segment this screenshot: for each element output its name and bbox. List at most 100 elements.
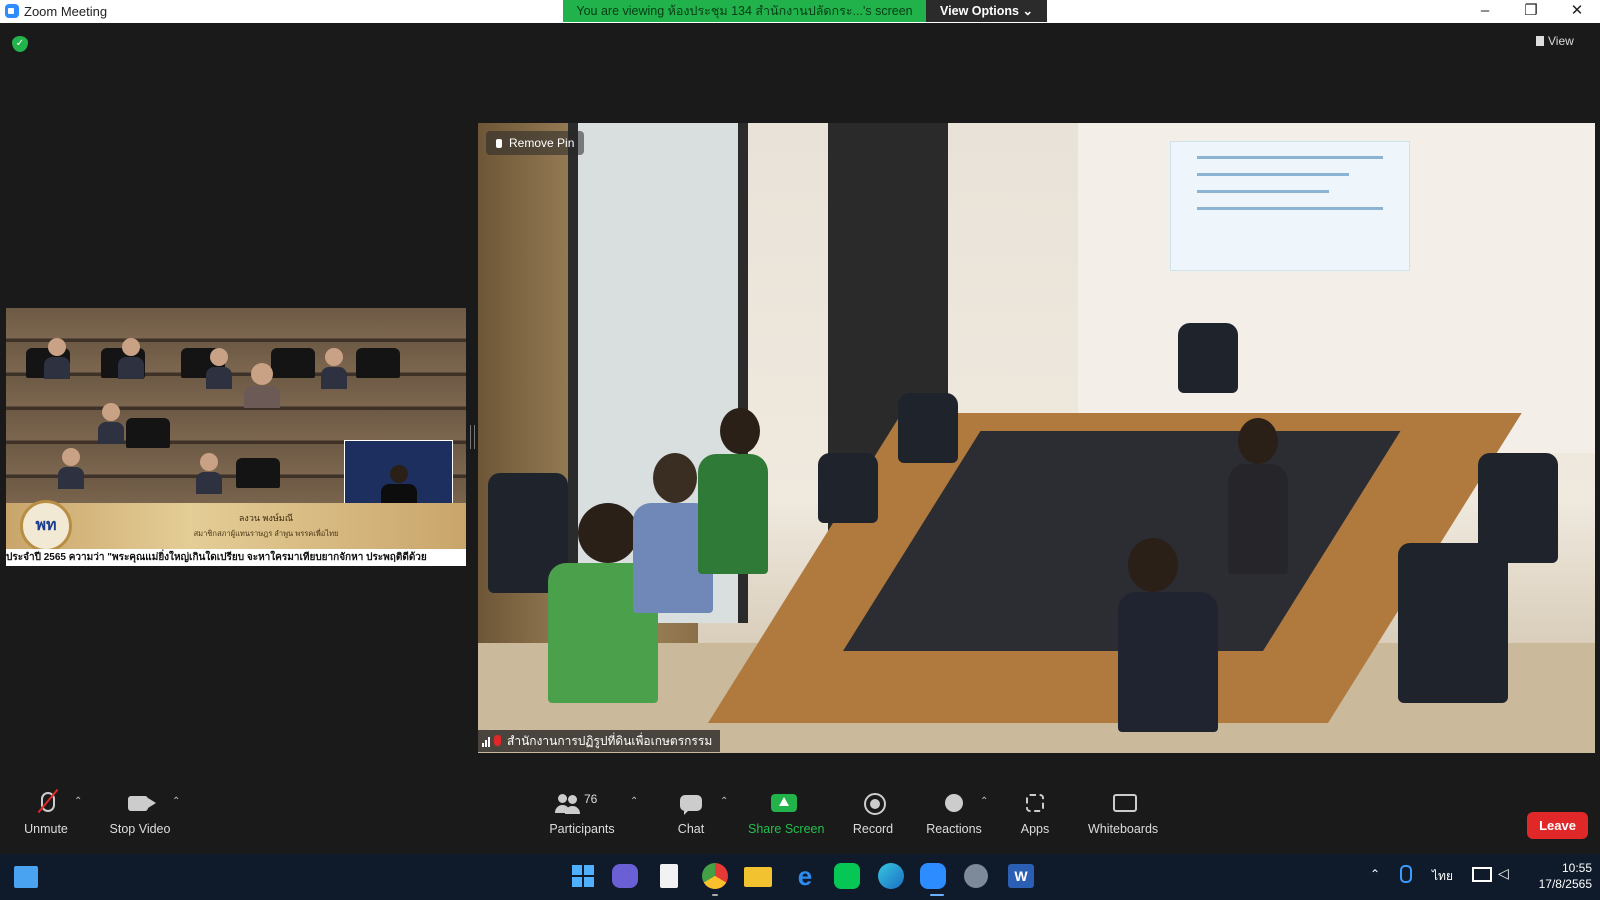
chat-bubble-icon	[680, 795, 702, 815]
viewing-share-banner: You are viewing ห้องประชุม 134 สำนักงานป…	[563, 0, 926, 22]
whiteboards-label: Whiteboards	[1088, 822, 1159, 836]
apps-icon	[1026, 794, 1044, 812]
chair	[818, 453, 878, 523]
system-clock[interactable]: 10:55 17/8/2565	[1522, 860, 1592, 892]
edge-icon[interactable]	[878, 863, 904, 889]
zoom-running-indicator	[930, 894, 944, 896]
microphone-tray-icon[interactable]	[1400, 865, 1412, 883]
internet-explorer-icon[interactable]: e	[790, 861, 820, 891]
volume-icon[interactable]: ◁	[1498, 865, 1509, 882]
participant-name: สำนักงานการปฏิรูปที่ดินเพื่อเกษตรกรรม	[507, 734, 713, 748]
chair	[1178, 323, 1238, 393]
record-button[interactable]: Record	[848, 790, 898, 836]
video-camera-icon	[128, 796, 156, 811]
participants-count: 76	[584, 792, 598, 806]
person	[44, 338, 70, 379]
person	[98, 403, 124, 444]
chair	[1478, 453, 1558, 563]
main-video[interactable]: Remove Pin สำนักงานการปฏิรูปที่ดินเพื่อเ…	[478, 123, 1595, 753]
news-ticker: ประจำปี 2565 ความว่า "พระคุณแม่ยิ่งใหญ่เ…	[6, 549, 466, 566]
leave-button[interactable]: Leave	[1527, 812, 1588, 839]
reactions-button[interactable]: Reactions	[926, 790, 982, 836]
person-laptop	[1118, 538, 1218, 732]
chair	[1398, 543, 1508, 703]
person	[196, 453, 222, 494]
seat	[126, 418, 170, 448]
person	[118, 338, 144, 379]
reactions-smiley-icon	[945, 794, 963, 812]
language-indicator[interactable]: ไทย	[1432, 867, 1453, 886]
word-icon[interactable]: W	[1008, 864, 1034, 888]
whiteboards-button[interactable]: Whiteboards	[1088, 790, 1158, 836]
restore-button[interactable]: ❐	[1508, 0, 1554, 23]
seat	[356, 348, 400, 378]
speaker-name: ลงวน พงษ์มณี	[238, 513, 294, 523]
share-screen-button[interactable]: Share Screen	[748, 790, 825, 836]
share-screen-icon	[771, 794, 797, 812]
participants-options-caret[interactable]: ⌃	[630, 796, 638, 807]
banner-prefix: You are viewing	[576, 4, 665, 18]
meeting-toolbar: Unmute ⌃ Stop Video ⌃ 76 Participants ⌃ …	[0, 788, 1600, 854]
widgets-icon[interactable]	[14, 866, 38, 888]
participants-icon	[554, 794, 580, 814]
pin-icon	[496, 139, 502, 148]
speaker-title: สมาชิกสภาผู้แทนราษฎร ลำพูน พรรคเพื่อไทย	[193, 529, 339, 538]
unmute-label: Unmute	[24, 822, 68, 836]
banner-suffix: 's screen	[862, 4, 913, 18]
tray-overflow-chevron[interactable]: ⌃	[1370, 867, 1380, 881]
minimize-button[interactable]: –	[1462, 0, 1508, 23]
split-resize-handle[interactable]	[470, 425, 475, 449]
encryption-shield-icon[interactable]: ✓	[12, 36, 28, 52]
view-layout-icon	[1536, 36, 1544, 46]
stop-video-button[interactable]: Stop Video	[104, 790, 176, 836]
file-icon[interactable]	[660, 864, 678, 888]
share-screen-label: Share Screen	[748, 822, 825, 836]
chat-options-caret[interactable]: ⌃	[720, 796, 728, 807]
zoom-logo-icon	[5, 4, 19, 18]
record-icon	[864, 793, 886, 815]
person	[321, 348, 347, 389]
reactions-options-caret[interactable]: ⌃	[980, 796, 988, 807]
person	[206, 348, 232, 389]
view-options-button[interactable]: View Options ⌄	[926, 0, 1047, 22]
unmute-button[interactable]: Unmute	[18, 788, 74, 836]
whiteboard-icon	[1113, 794, 1137, 812]
settings-gear-icon[interactable]	[964, 864, 988, 888]
start-menu-icon[interactable]	[568, 861, 598, 891]
clock-date: 17/8/2565	[1538, 877, 1592, 891]
network-icon[interactable]	[1472, 867, 1492, 882]
close-button[interactable]: ✕	[1554, 0, 1600, 23]
apps-label: Apps	[1020, 822, 1050, 836]
room-banner	[1170, 141, 1410, 271]
apps-button[interactable]: Apps	[1018, 790, 1052, 836]
zoom-taskbar-icon[interactable]	[920, 863, 946, 889]
thumbnail-video[interactable]: พท ลงวน พงษ์มณี สมาชิกสภาผู้แทนราษฎร ลำพ…	[6, 308, 466, 566]
person-standing	[698, 408, 768, 574]
chrome-icon[interactable]	[702, 863, 728, 889]
participants-button[interactable]: 76 Participants	[546, 790, 618, 836]
chair	[898, 393, 958, 463]
windows-taskbar: e W ⌃ ไทย ◁ 10:55 17/8/2565	[0, 854, 1600, 900]
view-button[interactable]: View	[1536, 34, 1574, 48]
speaker-nameplate	[6, 503, 466, 549]
seat	[236, 458, 280, 488]
participants-label: Participants	[549, 822, 615, 836]
video-options-caret[interactable]: ⌃	[172, 796, 180, 807]
remove-pin-label: Remove Pin	[509, 136, 575, 150]
muted-mic-icon	[494, 735, 501, 746]
chat-button[interactable]: Chat	[670, 790, 712, 836]
clock-time: 10:55	[1561, 861, 1592, 875]
remove-pin-button[interactable]: Remove Pin	[486, 131, 585, 155]
teams-chat-icon[interactable]	[612, 864, 638, 888]
line-app-icon[interactable]	[834, 863, 860, 889]
signal-bars-icon	[482, 732, 491, 753]
window-title: Zoom Meeting	[24, 4, 108, 19]
party-logo: พท	[20, 500, 72, 552]
banner-sharer-name: ห้องประชุม 134 สำนักงานปลัดกระ...	[667, 4, 863, 18]
stop-video-label: Stop Video	[109, 822, 171, 836]
chat-label: Chat	[677, 822, 705, 836]
audio-options-caret[interactable]: ⌃	[74, 796, 82, 807]
file-explorer-icon[interactable]	[744, 867, 772, 887]
chrome-running-indicator	[712, 894, 718, 896]
reactions-label: Reactions	[926, 822, 982, 836]
